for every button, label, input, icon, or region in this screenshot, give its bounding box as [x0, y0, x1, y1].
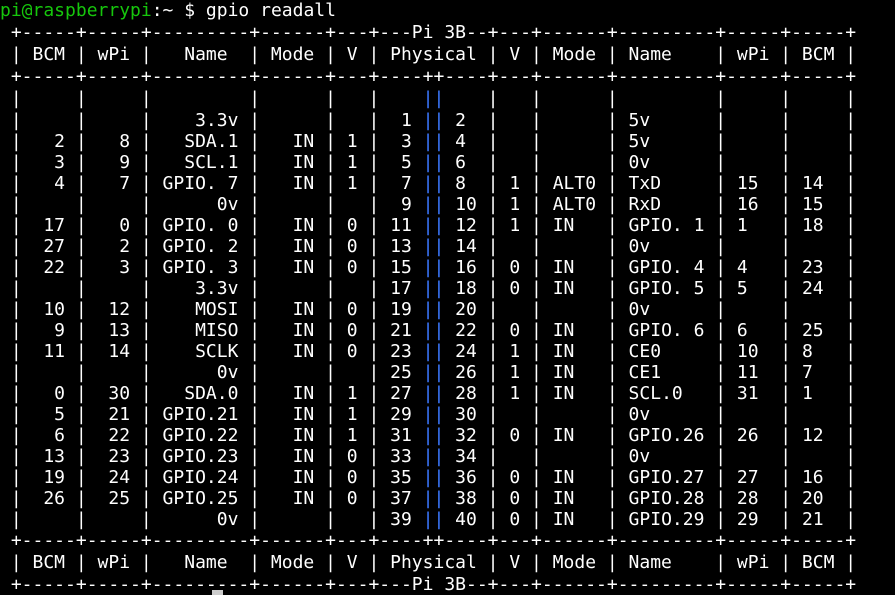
terminal-window[interactable]: pi@raspberrypi:~ $ gpio readall +-----+-…: [0, 0, 895, 595]
row-right-cells: 26 | 1 | IN | CE1 | 11 | 7 |: [444, 362, 857, 383]
row-left-cells: | 19 | 24 | GPIO.24 | IN | 0 | 35: [0, 467, 423, 488]
physical-divider: ||: [422, 467, 445, 488]
row-left-cells: | 5 | 21 | GPIO.21 | IN | 1 | 29: [0, 404, 423, 425]
row-right-cells: 12 | 1 | IN | GPIO. 1 | 1 | 18 |: [444, 215, 857, 236]
row-right-cells: 24 | 1 | IN | CE0 | 10 | 8 |: [444, 341, 857, 362]
row-right-cells: 34 | | | 0v | | |: [444, 446, 857, 467]
table-row: | | | 3.3v | | | 1 || 2 | | | 5v | | |: [0, 110, 856, 132]
row-left-cells: | 0 | 30 | SDA.0 | IN | 1 | 27: [0, 383, 423, 404]
row-left-cells: | | | 0v | | | 25: [0, 362, 423, 383]
physical-divider: ||: [422, 404, 445, 425]
table-header: | BCM | wPi | Name | Mode | V | Physical…: [0, 44, 857, 65]
physical-divider: ||: [422, 236, 445, 257]
row-right-cells: 22 | 0 | IN | GPIO. 6 | 6 | 25 |: [444, 320, 857, 341]
table-row: | 4 | 7 | GPIO. 7 | IN | 1 | 7 || 8 | 1 …: [0, 173, 856, 195]
physical-divider: ||: [422, 341, 445, 362]
table-row: | | | 0v | | | 39 || 40 | 0 | IN | GPIO.…: [0, 509, 856, 531]
row-left-cells: | | | 3.3v | | | 1: [0, 110, 423, 131]
row-left-cells: | 27 | 2 | GPIO. 2 | IN | 0 | 13: [0, 236, 423, 257]
table-row: | 6 | 22 | GPIO.22 | IN | 1 | 31 || 32 |…: [0, 425, 856, 447]
row-right-cells: 8 | 1 | ALT0 | TxD | 15 | 14 |: [444, 173, 857, 194]
table-row: | | | 0v | | | 25 || 26 | 1 | IN | CE1 |…: [0, 362, 856, 384]
row-right-cells: 36 | 0 | IN | GPIO.27 | 27 | 16 |: [444, 467, 857, 488]
physical-divider: ||: [422, 446, 445, 467]
table-row: | 19 | 24 | GPIO.24 | IN | 0 | 35 || 36 …: [0, 467, 856, 489]
row-left-cells: | 4 | 7 | GPIO. 7 | IN | 1 | 7: [0, 173, 423, 194]
table-row: | | | 0v | | | 9 || 10 | 1 | ALT0 | RxD …: [0, 194, 856, 216]
table-row: | 3 | 9 | SCL.1 | IN | 1 | 5 || 6 | | | …: [0, 152, 856, 174]
row-right-cells: 10 | 1 | ALT0 | RxD | 16 | 15 |: [444, 194, 857, 215]
physical-divider: ||: [422, 194, 445, 215]
row-left-cells: | 6 | 22 | GPIO.22 | IN | 1 | 31: [0, 425, 423, 446]
table-row: | 5 | 21 | GPIO.21 | IN | 1 | 29 || 30 |…: [0, 404, 856, 426]
physical-divider: ||: [422, 488, 445, 509]
row-left-cells: | | | 3.3v | | | 17: [0, 278, 423, 299]
physical-divider: ||: [422, 383, 445, 404]
row-right-cells: 38 | 0 | IN | GPIO.28 | 28 | 20 |: [444, 488, 857, 509]
row-left-cells: | 10 | 12 | MOSI | IN | 0 | 19: [0, 299, 423, 320]
physical-divider: ||: [422, 362, 445, 383]
physical-divider: ||: [422, 152, 445, 173]
row-right-cells: 28 | 1 | IN | SCL.0 | 31 | 1 |: [444, 383, 857, 404]
prompt-user: pi@raspberrypi: [0, 0, 152, 21]
physical-divider: ||: [422, 110, 445, 131]
table-blank-row: | | | | | | || | | | | | |: [0, 88, 857, 109]
row-right-cells: 2 | | | 5v | | |: [444, 110, 857, 131]
command-text: gpio readall: [205, 0, 336, 21]
table-row: | | | 3.3v | | | 17 || 18 | 0 | IN | GPI…: [0, 278, 856, 300]
text-cursor: [212, 590, 223, 595]
row-left-cells: | 13 | 23 | GPIO.23 | IN | 0 | 33: [0, 446, 423, 467]
table-bottom-border: +-----+-----+---------+------+---+---Pi …: [0, 574, 857, 595]
physical-divider: ||: [422, 425, 445, 446]
row-left-cells: | 26 | 25 | GPIO.25 | IN | 0 | 37: [0, 488, 423, 509]
physical-divider: ||: [422, 215, 445, 236]
row-right-cells: 4 | | | 5v | | |: [444, 131, 857, 152]
table-row: | 0 | 30 | SDA.0 | IN | 1 | 27 || 28 | 1…: [0, 383, 856, 405]
table-top-border: +-----+-----+---------+------+---+---Pi …: [0, 22, 857, 43]
table-row: | 10 | 12 | MOSI | IN | 0 | 19 || 20 | |…: [0, 299, 856, 321]
row-right-cells: 20 | | | 0v | | |: [444, 299, 857, 320]
row-right-cells: 30 | | | 0v | | |: [444, 404, 857, 425]
row-right-cells: 14 | | | 0v | | |: [444, 236, 857, 257]
row-left-cells: | | | 0v | | | 39: [0, 509, 423, 530]
table-row: | 2 | 8 | SDA.1 | IN | 1 | 3 || 4 | | | …: [0, 131, 856, 153]
table-row: | 22 | 3 | GPIO. 3 | IN | 0 | 15 || 16 |…: [0, 257, 856, 279]
row-right-cells: 6 | | | 0v | | |: [444, 152, 857, 173]
physical-divider: ||: [422, 299, 445, 320]
table-row: | 27 | 2 | GPIO. 2 | IN | 0 | 13 || 14 |…: [0, 236, 856, 258]
row-left-cells: | 17 | 0 | GPIO. 0 | IN | 0 | 11: [0, 215, 423, 236]
physical-divider: ||: [422, 173, 445, 194]
row-left-cells: | | | 0v | | | 9: [0, 194, 423, 215]
row-right-cells: 32 | 0 | IN | GPIO.26 | 26 | 12 |: [444, 425, 857, 446]
row-right-cells: 16 | 0 | IN | GPIO. 4 | 4 | 23 |: [444, 257, 857, 278]
table-row: | 26 | 25 | GPIO.25 | IN | 0 | 37 || 38 …: [0, 488, 856, 510]
table-row: | 13 | 23 | GPIO.23 | IN | 0 | 33 || 34 …: [0, 446, 856, 468]
row-left-cells: | 3 | 9 | SCL.1 | IN | 1 | 5: [0, 152, 423, 173]
prompt-separator: :~ $: [151, 0, 196, 21]
row-right-cells: 18 | 0 | IN | GPIO. 5 | 5 | 24 |: [444, 278, 857, 299]
physical-divider: ||: [422, 278, 445, 299]
row-right-cells: 40 | 0 | IN | GPIO.29 | 29 | 21 |: [444, 509, 857, 530]
table-header-separator: +-----+-----+---------+------+---+----++…: [0, 66, 857, 87]
row-left-cells: | 2 | 8 | SDA.1 | IN | 1 | 3: [0, 131, 423, 152]
row-left-cells: | 11 | 14 | SCLK | IN | 0 | 23: [0, 341, 423, 362]
physical-divider: ||: [422, 320, 445, 341]
physical-divider: ||: [422, 257, 445, 278]
row-left-cells: | 9 | 13 | MISO | IN | 0 | 21: [0, 320, 423, 341]
table-row: | 11 | 14 | SCLK | IN | 0 | 23 || 24 | 1…: [0, 341, 856, 363]
table-row: | 17 | 0 | GPIO. 0 | IN | 0 | 11 || 12 |…: [0, 215, 856, 237]
table-footer-separator: +-----+-----+---------+------+---+----++…: [0, 530, 857, 551]
physical-divider: ||: [422, 509, 445, 530]
command-line: pi@raspberrypi:~ $ gpio readall: [0, 0, 336, 22]
table-footer: | BCM | wPi | Name | Mode | V | Physical…: [0, 552, 857, 573]
physical-divider: ||: [422, 131, 445, 152]
table-row: | 9 | 13 | MISO | IN | 0 | 21 || 22 | 0 …: [0, 320, 856, 342]
row-left-cells: | 22 | 3 | GPIO. 3 | IN | 0 | 15: [0, 257, 423, 278]
